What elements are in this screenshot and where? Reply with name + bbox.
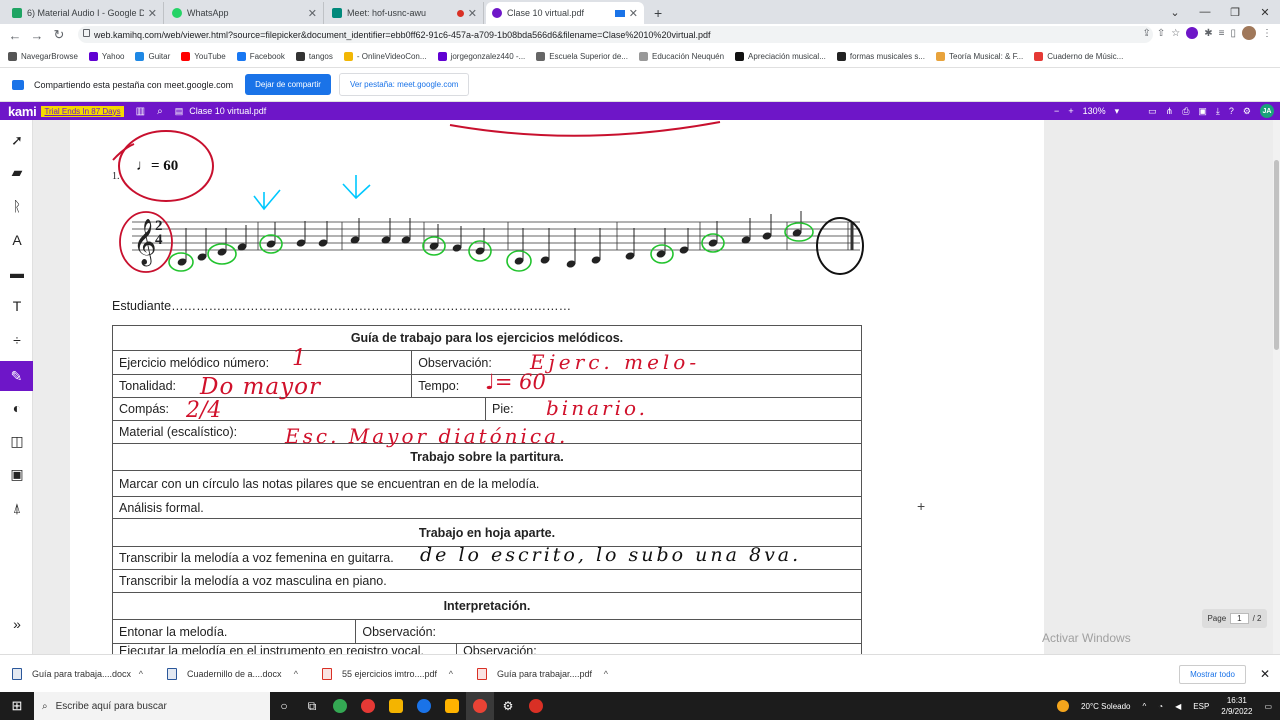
download-filename: Guía para trabajar....pdf <box>497 668 593 679</box>
page-label: Page <box>1207 614 1227 623</box>
download-item[interactable]: Guía para trabajar....pdf ^ <box>465 667 620 680</box>
time-sig-bottom: 4 <box>155 232 163 248</box>
section-heading: Trabajo sobre la partitura. <box>410 450 564 464</box>
table-row: Marcar con un círculo las notas pilares … <box>112 471 862 497</box>
language-indicator[interactable]: ESP <box>1193 702 1209 711</box>
transcribir-fem-text: Transcribir la melodía a voz femenina en… <box>119 551 394 565</box>
taskbar-search[interactable]: ⌕ Escribe aquí para buscar <box>34 692 270 720</box>
cortana-icon[interactable]: ○ <box>270 692 298 720</box>
red-annotation-stroke <box>449 121 721 137</box>
table-title: Guía de trabajo para los ejercicios meló… <box>350 331 624 345</box>
chevron-up-icon[interactable]: ^ <box>604 669 608 679</box>
analisis-text: Análisis formal. <box>119 500 204 515</box>
settings-taskbar-icon[interactable]: ⚙ <box>494 692 522 720</box>
time-signature: 2 4 <box>155 218 163 248</box>
weather-text[interactable]: 20°C Soleado <box>1081 702 1130 711</box>
record-taskbar-icon[interactable] <box>522 692 550 720</box>
treble-clef: 𝄞 <box>133 219 157 267</box>
time-sig-top: 2 <box>155 218 163 234</box>
table-row: Transcribir la melodía a voz masculina e… <box>112 570 862 593</box>
section-heading: Trabajo en hoja aparte. <box>418 525 556 540</box>
table-row: Compás: Pie: <box>112 398 862 421</box>
windows-taskbar: ⊞ ⌕ Escribe aquí para buscar ○ ⧉ ⚙ 20°C … <box>0 692 1280 720</box>
tray-chevron-icon[interactable]: ^ <box>1143 702 1147 711</box>
download-filename: Cuadernillo de a....docx <box>187 668 282 679</box>
download-item[interactable]: Cuadernillo de a....docx ^ <box>155 667 310 680</box>
musescore-taskbar-icon[interactable] <box>410 692 438 720</box>
network-icon[interactable]: ◔ <box>1158 702 1163 711</box>
chrome-active-taskbar-icon[interactable] <box>466 692 494 720</box>
file-icon <box>322 667 332 680</box>
chevron-up-icon[interactable]: ^ <box>449 669 453 679</box>
chevron-up-icon[interactable]: ^ <box>139 669 143 679</box>
compas-label: Compás: <box>113 398 486 420</box>
notifications-icon[interactable]: ▭ <box>1264 702 1272 711</box>
tempo-label: Tempo: <box>418 379 460 393</box>
weather-icon <box>1057 700 1070 712</box>
page-indicator: Page 1 / 2 <box>1202 609 1267 628</box>
search-placeholder: Escribe aquí para buscar <box>55 700 167 712</box>
observacion-label: Observación: <box>362 624 437 639</box>
observacion-label: Observación: <box>418 355 492 370</box>
file-icon <box>12 667 22 680</box>
table-row: Ejercicio melódico número: Observación: <box>112 351 862 375</box>
explorer-taskbar-icon[interactable] <box>382 692 410 720</box>
file-icon <box>167 667 177 680</box>
table-row: Entonar la melodía. Observación: <box>112 620 862 644</box>
page-number-input[interactable]: 1 <box>1230 613 1249 624</box>
page-scrollbar[interactable] <box>1273 120 1280 654</box>
chrome-taskbar-icon[interactable] <box>326 692 354 720</box>
table-row: Análisis formal. <box>112 497 862 519</box>
table-title-row: Guía de trabajo para los ejercicios meló… <box>112 325 862 351</box>
transcribir-masc-text: Transcribir la melodía a voz masculina e… <box>119 574 387 588</box>
tempo-marking: ♩= 60 <box>136 158 179 174</box>
table-section-row: Interpretación. <box>112 593 862 620</box>
table-row: Transcribir la melodía a voz femenina en… <box>112 547 862 570</box>
file-icon <box>477 667 487 680</box>
student-line: Estudiante………………………………………………………………………………… <box>112 299 572 313</box>
table-section-row: Trabajo en hoja aparte. <box>112 519 862 547</box>
download-item[interactable]: 55 ejercicios imtro....pdf ^ <box>310 667 465 680</box>
opera-taskbar-icon[interactable] <box>354 692 382 720</box>
page-total: / 2 <box>1252 614 1262 623</box>
download-filename: 55 ejercicios imtro....pdf <box>342 668 438 679</box>
download-item[interactable]: Guía para trabaja....docx ^ <box>0 667 155 680</box>
clock-date: 2/9/2022 <box>1221 707 1253 716</box>
cyan-arrow-annotations <box>253 175 371 211</box>
windows-start-icon[interactable]: ⊞ <box>0 698 34 714</box>
material-label: Material (escalístico): <box>119 425 238 439</box>
pie-label: Pie: <box>492 402 514 416</box>
green-circle-annotations <box>168 222 814 272</box>
system-tray: 20°C Soleado ^ ◔ ◀ ESP 16:31 2/9/2022 ▭ <box>1057 692 1272 720</box>
activate-windows-watermark: Activar Windows <box>1042 631 1131 645</box>
marcar-text: Marcar con un círculo las notas pilares … <box>119 476 540 491</box>
files-taskbar-icon[interactable] <box>438 692 466 720</box>
table-row: Tonalidad: Tempo: <box>112 375 862 398</box>
clock[interactable]: 16:31 2/9/2022 <box>1221 695 1252 717</box>
clock-time: 16:31 <box>1226 696 1247 705</box>
entonar-text: Entonar la melodía. <box>113 620 357 643</box>
cursor-crosshair-icon: + <box>917 498 926 514</box>
table-row: Material (escalístico): <box>112 421 862 444</box>
downloads-bar: Guía para trabaja....docx ^ Cuadernillo de… <box>0 654 1280 692</box>
chevron-up-icon[interactable]: ^ <box>294 669 298 679</box>
close-downloads-icon[interactable]: ✕ <box>1260 667 1270 681</box>
table-section-row: Trabajo sobre la partitura. <box>112 444 862 471</box>
show-all-downloads-button[interactable]: Mostrar todo <box>1179 665 1246 684</box>
ejercicio-label: Ejercicio melódico número: <box>113 351 413 374</box>
search-icon: ⌕ <box>42 700 48 712</box>
tonalidad-label: Tonalidad: <box>113 375 413 397</box>
task-view-icon[interactable]: ⧉ <box>298 692 326 720</box>
scroll-thumb[interactable] <box>1274 160 1279 350</box>
section-heading: Interpretación. <box>443 599 531 613</box>
download-filename: Guía para trabaja....docx <box>32 668 132 679</box>
exercise-number: 1. <box>112 171 120 182</box>
final-bar-circle <box>816 217 864 275</box>
volume-icon[interactable]: ◀ <box>1175 702 1181 711</box>
notes <box>177 211 802 268</box>
